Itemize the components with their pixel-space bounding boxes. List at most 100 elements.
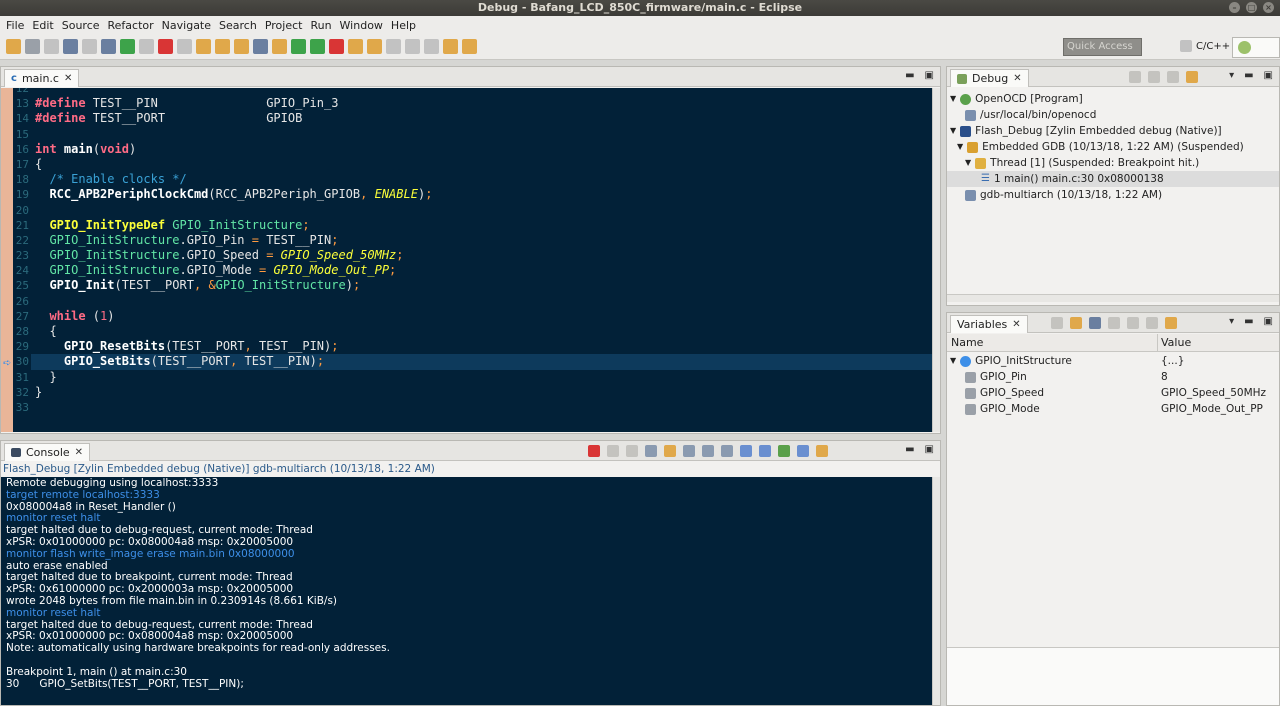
menu-run[interactable]: Run xyxy=(308,19,337,32)
word-wrap-icon[interactable] xyxy=(683,445,695,457)
quick-access-input[interactable]: Quick Access xyxy=(1063,38,1142,56)
save-all-icon[interactable] xyxy=(44,39,59,54)
remove-all-icon[interactable] xyxy=(626,445,638,457)
close-icon[interactable]: × xyxy=(1263,2,1274,13)
minimize-icon[interactable]: – xyxy=(1229,2,1240,13)
minimize-icon[interactable]: ▬ xyxy=(1244,316,1253,327)
variable-row[interactable]: GPIO_Mode xyxy=(965,401,1040,417)
step-icon[interactable] xyxy=(1167,71,1179,83)
restart-icon[interactable] xyxy=(101,39,116,54)
tab-debug[interactable]: Debug ✕ xyxy=(950,69,1029,87)
run-icon[interactable] xyxy=(310,39,325,54)
variable-row[interactable]: GPIO_Pin xyxy=(965,369,1027,385)
launch-openocd[interactable]: ▼ OpenOCD [Program] xyxy=(950,91,1083,107)
remove-global-icon[interactable] xyxy=(1108,317,1120,329)
clear-console-icon[interactable] xyxy=(645,445,657,457)
console-output[interactable]: Remote debugging using localhost:3333 ta… xyxy=(1,477,934,705)
new-icon[interactable] xyxy=(6,39,21,54)
open-folder-icon[interactable] xyxy=(348,39,363,54)
code-editor[interactable]: 12 13 14 15 16 17 18 19 20 21 22 23 24 2… xyxy=(1,88,934,432)
open-console-icon[interactable] xyxy=(778,445,790,457)
maximize-icon[interactable]: ▣ xyxy=(925,444,934,455)
menu-help[interactable]: Help xyxy=(389,19,422,32)
menu-file[interactable]: File xyxy=(4,19,30,32)
variable-row[interactable]: ▼ GPIO_InitStructure xyxy=(950,353,1072,369)
resume-icon[interactable] xyxy=(1129,71,1141,83)
close-icon[interactable]: ✕ xyxy=(64,70,72,87)
terminate-icon[interactable] xyxy=(158,39,173,54)
external-tools-icon[interactable] xyxy=(329,39,344,54)
maximize-icon[interactable]: ▣ xyxy=(1264,70,1273,81)
disconnect-icon[interactable] xyxy=(177,39,192,54)
menu-edit[interactable]: Edit xyxy=(30,19,59,32)
add-global-icon[interactable] xyxy=(1089,317,1101,329)
search-icon[interactable] xyxy=(386,39,401,54)
process-openocd[interactable]: /usr/local/bin/openocd xyxy=(965,107,1096,123)
menu-project[interactable]: Project xyxy=(263,19,309,32)
menu-source[interactable]: Source xyxy=(60,19,106,32)
console-scrollbar[interactable] xyxy=(932,477,940,705)
remove-launch-icon[interactable] xyxy=(607,445,619,457)
terminate-icon[interactable] xyxy=(1148,71,1160,83)
collapse-icon[interactable] xyxy=(1146,317,1158,329)
save-icon[interactable] xyxy=(25,39,40,54)
step-over-icon[interactable] xyxy=(1186,71,1198,83)
step-into-icon[interactable] xyxy=(196,39,211,54)
remove-all-icon[interactable] xyxy=(1127,317,1139,329)
menu-navigate[interactable]: Navigate xyxy=(160,19,217,32)
editor-gutter[interactable]: 12 13 14 15 16 17 18 19 20 21 22 23 24 2… xyxy=(1,88,31,432)
step-over-icon[interactable] xyxy=(215,39,230,54)
tab-console[interactable]: Console ✕ xyxy=(4,443,91,461)
terminate-icon[interactable] xyxy=(588,445,600,457)
debug-perspective-button[interactable] xyxy=(1232,37,1280,58)
thread-1[interactable]: ▼ Thread [1] (Suspended: Breakpoint hit.… xyxy=(965,155,1199,171)
console-menu-icon[interactable] xyxy=(797,445,809,457)
column-value[interactable]: Value xyxy=(1161,336,1191,349)
debug-hscrollbar[interactable] xyxy=(947,294,1279,302)
build-icon[interactable] xyxy=(63,39,78,54)
close-icon[interactable]: ✕ xyxy=(75,444,83,461)
close-icon[interactable]: ✕ xyxy=(1013,70,1021,87)
prev-annotation-icon[interactable] xyxy=(424,39,439,54)
show-logical-icon[interactable] xyxy=(1070,317,1082,329)
new-console-icon[interactable] xyxy=(816,445,828,457)
open-type-icon[interactable] xyxy=(367,39,382,54)
menu-search[interactable]: Search xyxy=(217,19,263,32)
step-return-icon[interactable] xyxy=(234,39,249,54)
resume-icon[interactable] xyxy=(120,39,135,54)
open-perspective-icon[interactable] xyxy=(1180,40,1192,52)
debug-icon[interactable] xyxy=(291,39,306,54)
perspective-cpp[interactable]: C/C++ xyxy=(1196,41,1230,52)
maximize-icon[interactable]: □ xyxy=(1246,2,1257,13)
display-console-icon[interactable] xyxy=(759,445,771,457)
drop-to-frame-icon[interactable] xyxy=(272,39,287,54)
skip-breakpoints-icon[interactable] xyxy=(82,39,97,54)
variable-detail-pane[interactable] xyxy=(947,647,1279,705)
maximize-icon[interactable]: ▣ xyxy=(1264,316,1273,327)
view-menu-icon[interactable]: ▾ xyxy=(1229,316,1234,327)
tab-main-c[interactable]: c main.c ✕ xyxy=(4,69,80,87)
tab-variables[interactable]: Variables ✕ xyxy=(950,315,1028,333)
maximize-icon[interactable]: ▣ xyxy=(925,70,934,81)
pin-console-icon[interactable] xyxy=(740,445,752,457)
launch-flash-debug[interactable]: ▼ Flash_Debug [Zylin Embedded debug (Nat… xyxy=(950,123,1222,139)
instruction-stepping-icon[interactable] xyxy=(253,39,268,54)
expand-icon[interactable] xyxy=(1165,317,1177,329)
menu-window[interactable]: Window xyxy=(338,19,389,32)
annotation-icon[interactable] xyxy=(405,39,420,54)
show-on-output-icon[interactable] xyxy=(702,445,714,457)
debug-target[interactable]: ▼ Embedded GDB (10/13/18, 1:22 AM) (Susp… xyxy=(957,139,1244,155)
source-code[interactable]: #define TEST__PIN GPIO_Pin_3 #define TES… xyxy=(31,88,934,415)
minimize-icon[interactable]: ▬ xyxy=(905,444,914,455)
variable-row[interactable]: GPIO_Speed xyxy=(965,385,1044,401)
forward-icon[interactable] xyxy=(462,39,477,54)
editor-scrollbar[interactable] xyxy=(932,88,940,432)
suspend-icon[interactable] xyxy=(139,39,154,54)
view-menu-icon[interactable]: ▾ xyxy=(1229,70,1234,81)
scroll-lock-icon[interactable] xyxy=(664,445,676,457)
minimize-icon[interactable]: ▬ xyxy=(1244,70,1253,81)
show-on-error-icon[interactable] xyxy=(721,445,733,457)
show-type-icon[interactable] xyxy=(1051,317,1063,329)
back-icon[interactable] xyxy=(443,39,458,54)
close-icon[interactable]: ✕ xyxy=(1012,316,1020,333)
